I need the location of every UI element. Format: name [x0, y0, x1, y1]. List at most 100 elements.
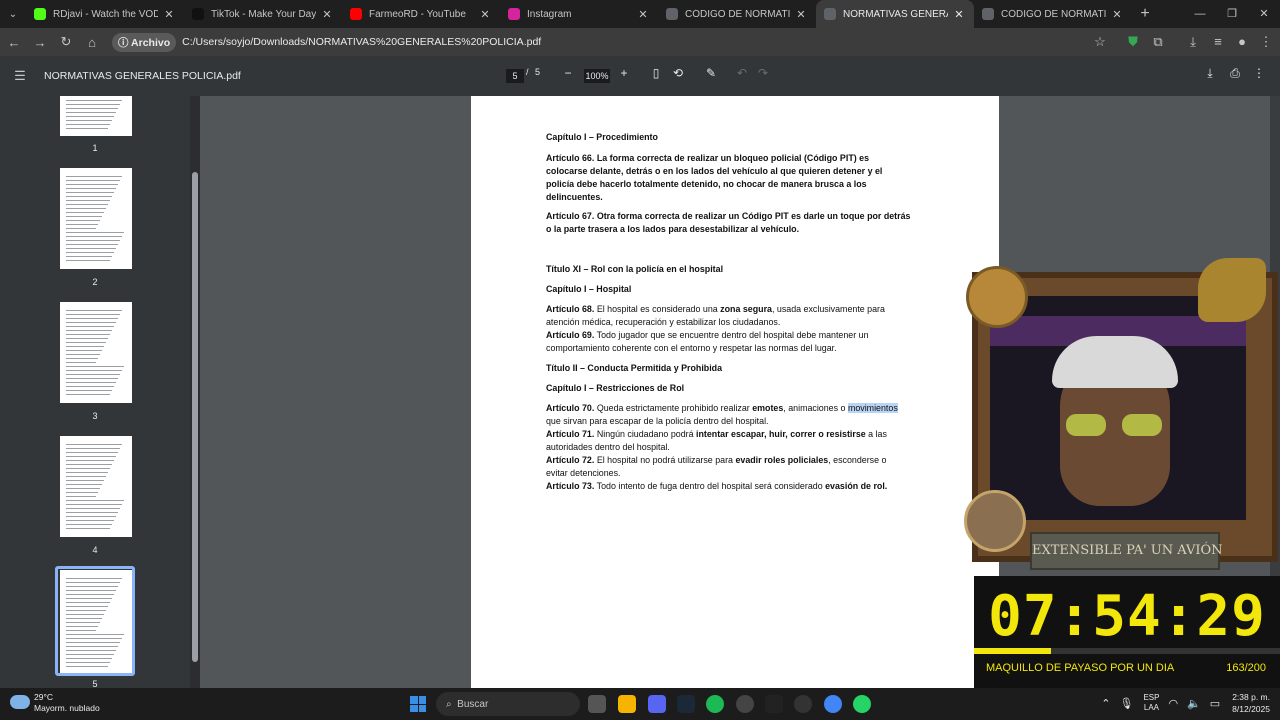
home-icon[interactable]: ⌂ [80, 35, 104, 50]
downloads-icon[interactable]: ⤓ [1183, 28, 1203, 56]
close-tab-icon[interactable]: ✕ [162, 8, 176, 21]
redo-icon[interactable]: ↷ [754, 66, 772, 80]
article-72: Artículo 72. El hospital no podrá utiliz… [546, 455, 887, 465]
file-explorer-icon[interactable] [618, 695, 636, 713]
browser-tab[interactable]: TikTok - Make Your Day ✕ [184, 0, 342, 28]
steam-icon[interactable] [677, 695, 695, 713]
zoom-in-icon[interactable]: + [615, 66, 633, 80]
page-thumbnail-3[interactable] [60, 302, 132, 403]
reading-list-icon[interactable]: ≡ [1208, 28, 1228, 56]
close-tab-icon[interactable]: ✕ [636, 8, 650, 21]
thumbnail-text-line [66, 116, 114, 117]
back-icon[interactable]: ← [2, 35, 26, 50]
browser-tab[interactable]: CÓDIGO DE NORMATIVAS DEL ✕ [974, 0, 1132, 28]
thumbnail-text-line [66, 488, 100, 489]
task-view-icon[interactable] [588, 695, 606, 713]
browser-tab[interactable]: NORMATIVAS GENERALES POL ✕ [816, 0, 974, 28]
thumbnail-label-1: 1 [92, 143, 98, 153]
browser-tab[interactable]: RDjavi - Watch the VOD on Kick ✕ [26, 0, 184, 28]
forward-icon[interactable]: → [28, 35, 52, 50]
sidebar-scrollbar-thumb[interactable] [192, 172, 198, 662]
browser-tab[interactable]: CÓDIGO DE NORMATIVAS GEN ✕ [658, 0, 816, 28]
goal-progress-bar [974, 648, 1280, 654]
battery-icon[interactable]: ▭ [1210, 697, 1220, 710]
thumbnail-label-5: 5 [92, 679, 98, 688]
microphone-icon[interactable]: 🎙 [1119, 697, 1133, 710]
minimize-icon[interactable]: — [1184, 0, 1216, 28]
page-number-input[interactable]: 5 [506, 69, 524, 83]
bookmark-star-icon[interactable]: ☆ [1090, 28, 1110, 56]
close-tab-icon[interactable]: ✕ [952, 8, 966, 21]
goal-label: MAQUILLO DE PAYASO POR UN DIA [986, 662, 1175, 674]
thumbnail-text-line [66, 366, 124, 367]
close-tab-icon[interactable]: ✕ [478, 8, 492, 21]
restore-icon[interactable]: ❐ [1216, 0, 1248, 28]
obs-icon[interactable] [736, 695, 754, 713]
rotate-icon[interactable]: ⟲ [669, 66, 687, 80]
thumbnail-text-line [66, 208, 106, 209]
tab-title: RDjavi - Watch the VOD on Kick [53, 8, 158, 20]
fit-page-icon[interactable]: ▯ [647, 66, 665, 80]
thumbnail-text-line [66, 464, 112, 465]
site-info-chip[interactable]: ⓘ Archivo [112, 32, 177, 52]
close-tab-icon[interactable]: ✕ [320, 8, 334, 21]
tab-title: FarmeoRD - YouTube [369, 8, 466, 20]
weather-temp: 29°C [34, 692, 53, 702]
zoom-out-icon[interactable]: − [559, 66, 577, 80]
page-thumbnail-2[interactable] [60, 168, 132, 269]
close-tab-icon[interactable]: ✕ [794, 8, 808, 21]
vpn-shield-icon[interactable]: ⛊ [1123, 28, 1143, 56]
profile-avatar[interactable]: ● [1232, 28, 1252, 56]
total-pages: 5 [535, 67, 541, 77]
print-icon[interactable]: ⎙ [1226, 66, 1244, 81]
browser-tab[interactable]: FarmeoRD - YouTube ✕ [342, 0, 500, 28]
weather-widget[interactable]: 29°C Mayorm. nublado [10, 692, 100, 714]
pdf-menu-icon[interactable]: ☰ [8, 68, 32, 84]
whatsapp-icon[interactable] [853, 695, 871, 713]
thumbnail-text-line [66, 390, 112, 391]
tab-favicon-icon [350, 8, 362, 20]
thumbnail-text-line [66, 128, 108, 129]
sidebar-scrollbar[interactable] [190, 96, 200, 688]
lang-layout: LAA [1143, 703, 1159, 712]
system-clock[interactable]: 2:38 p. m. 8/12/2025 [1232, 691, 1270, 715]
page-thumbnail-1[interactable] [60, 96, 132, 136]
zoom-input[interactable]: 100% [584, 69, 610, 83]
thumbnail-text-line [66, 330, 112, 331]
weather-desc: Mayorm. nublado [34, 703, 100, 713]
goal-count: 163/200 [1226, 662, 1266, 674]
spotify-icon[interactable] [706, 695, 724, 713]
undo-icon[interactable]: ↶ [733, 66, 751, 80]
thumbnail-text-line [66, 358, 98, 359]
chrome-icon[interactable] [824, 695, 842, 713]
discord-icon[interactable] [648, 695, 666, 713]
thumbnail-text-line [66, 232, 124, 233]
new-tab-button[interactable]: + [1132, 5, 1158, 23]
volume-icon[interactable]: 🔈 [1187, 697, 1201, 710]
extensions-icon[interactable]: ⧉ [1148, 28, 1168, 56]
download-pdf-icon[interactable]: ⤓ [1201, 66, 1219, 81]
address-bar[interactable]: ⓘ Archivo C:/Users/soyjo/Downloads/NORMA… [112, 31, 1122, 53]
browser-tab[interactable]: Instagram ✕ [500, 0, 658, 28]
pdf-page: Capítulo I – Procedimiento Artículo 66. … [471, 96, 999, 688]
tab-search-button[interactable]: ⌄ [0, 0, 26, 28]
thumbnail-text-line [66, 448, 120, 449]
terminal-icon[interactable] [765, 695, 783, 713]
page-thumbnail-4[interactable] [60, 436, 132, 537]
clock-time: 2:38 p. m. [1232, 692, 1270, 702]
annotate-icon[interactable]: ✎ [702, 66, 720, 80]
wifi-icon[interactable]: ◠ [1168, 697, 1178, 710]
input-language[interactable]: ESP LAA [1143, 693, 1159, 713]
taskbar-search[interactable]: ⌕ Buscar [436, 692, 580, 716]
close-tab-icon[interactable]: ✕ [1110, 8, 1124, 21]
thumbnail-text-line [66, 374, 120, 375]
reload-icon[interactable]: ↻ [54, 34, 78, 50]
tray-overflow-icon[interactable]: ⌃ [1101, 697, 1110, 710]
browser-menu-icon[interactable]: ⋮ [1256, 28, 1276, 56]
close-window-icon[interactable]: ✕ [1248, 0, 1280, 28]
app-icon[interactable] [794, 695, 812, 713]
thumbnail-text-line [66, 456, 116, 457]
start-button[interactable] [410, 696, 426, 712]
article-69: Artículo 69. Todo jugador que se encuent… [546, 330, 869, 340]
pdf-more-icon[interactable]: ⋮ [1250, 66, 1268, 80]
